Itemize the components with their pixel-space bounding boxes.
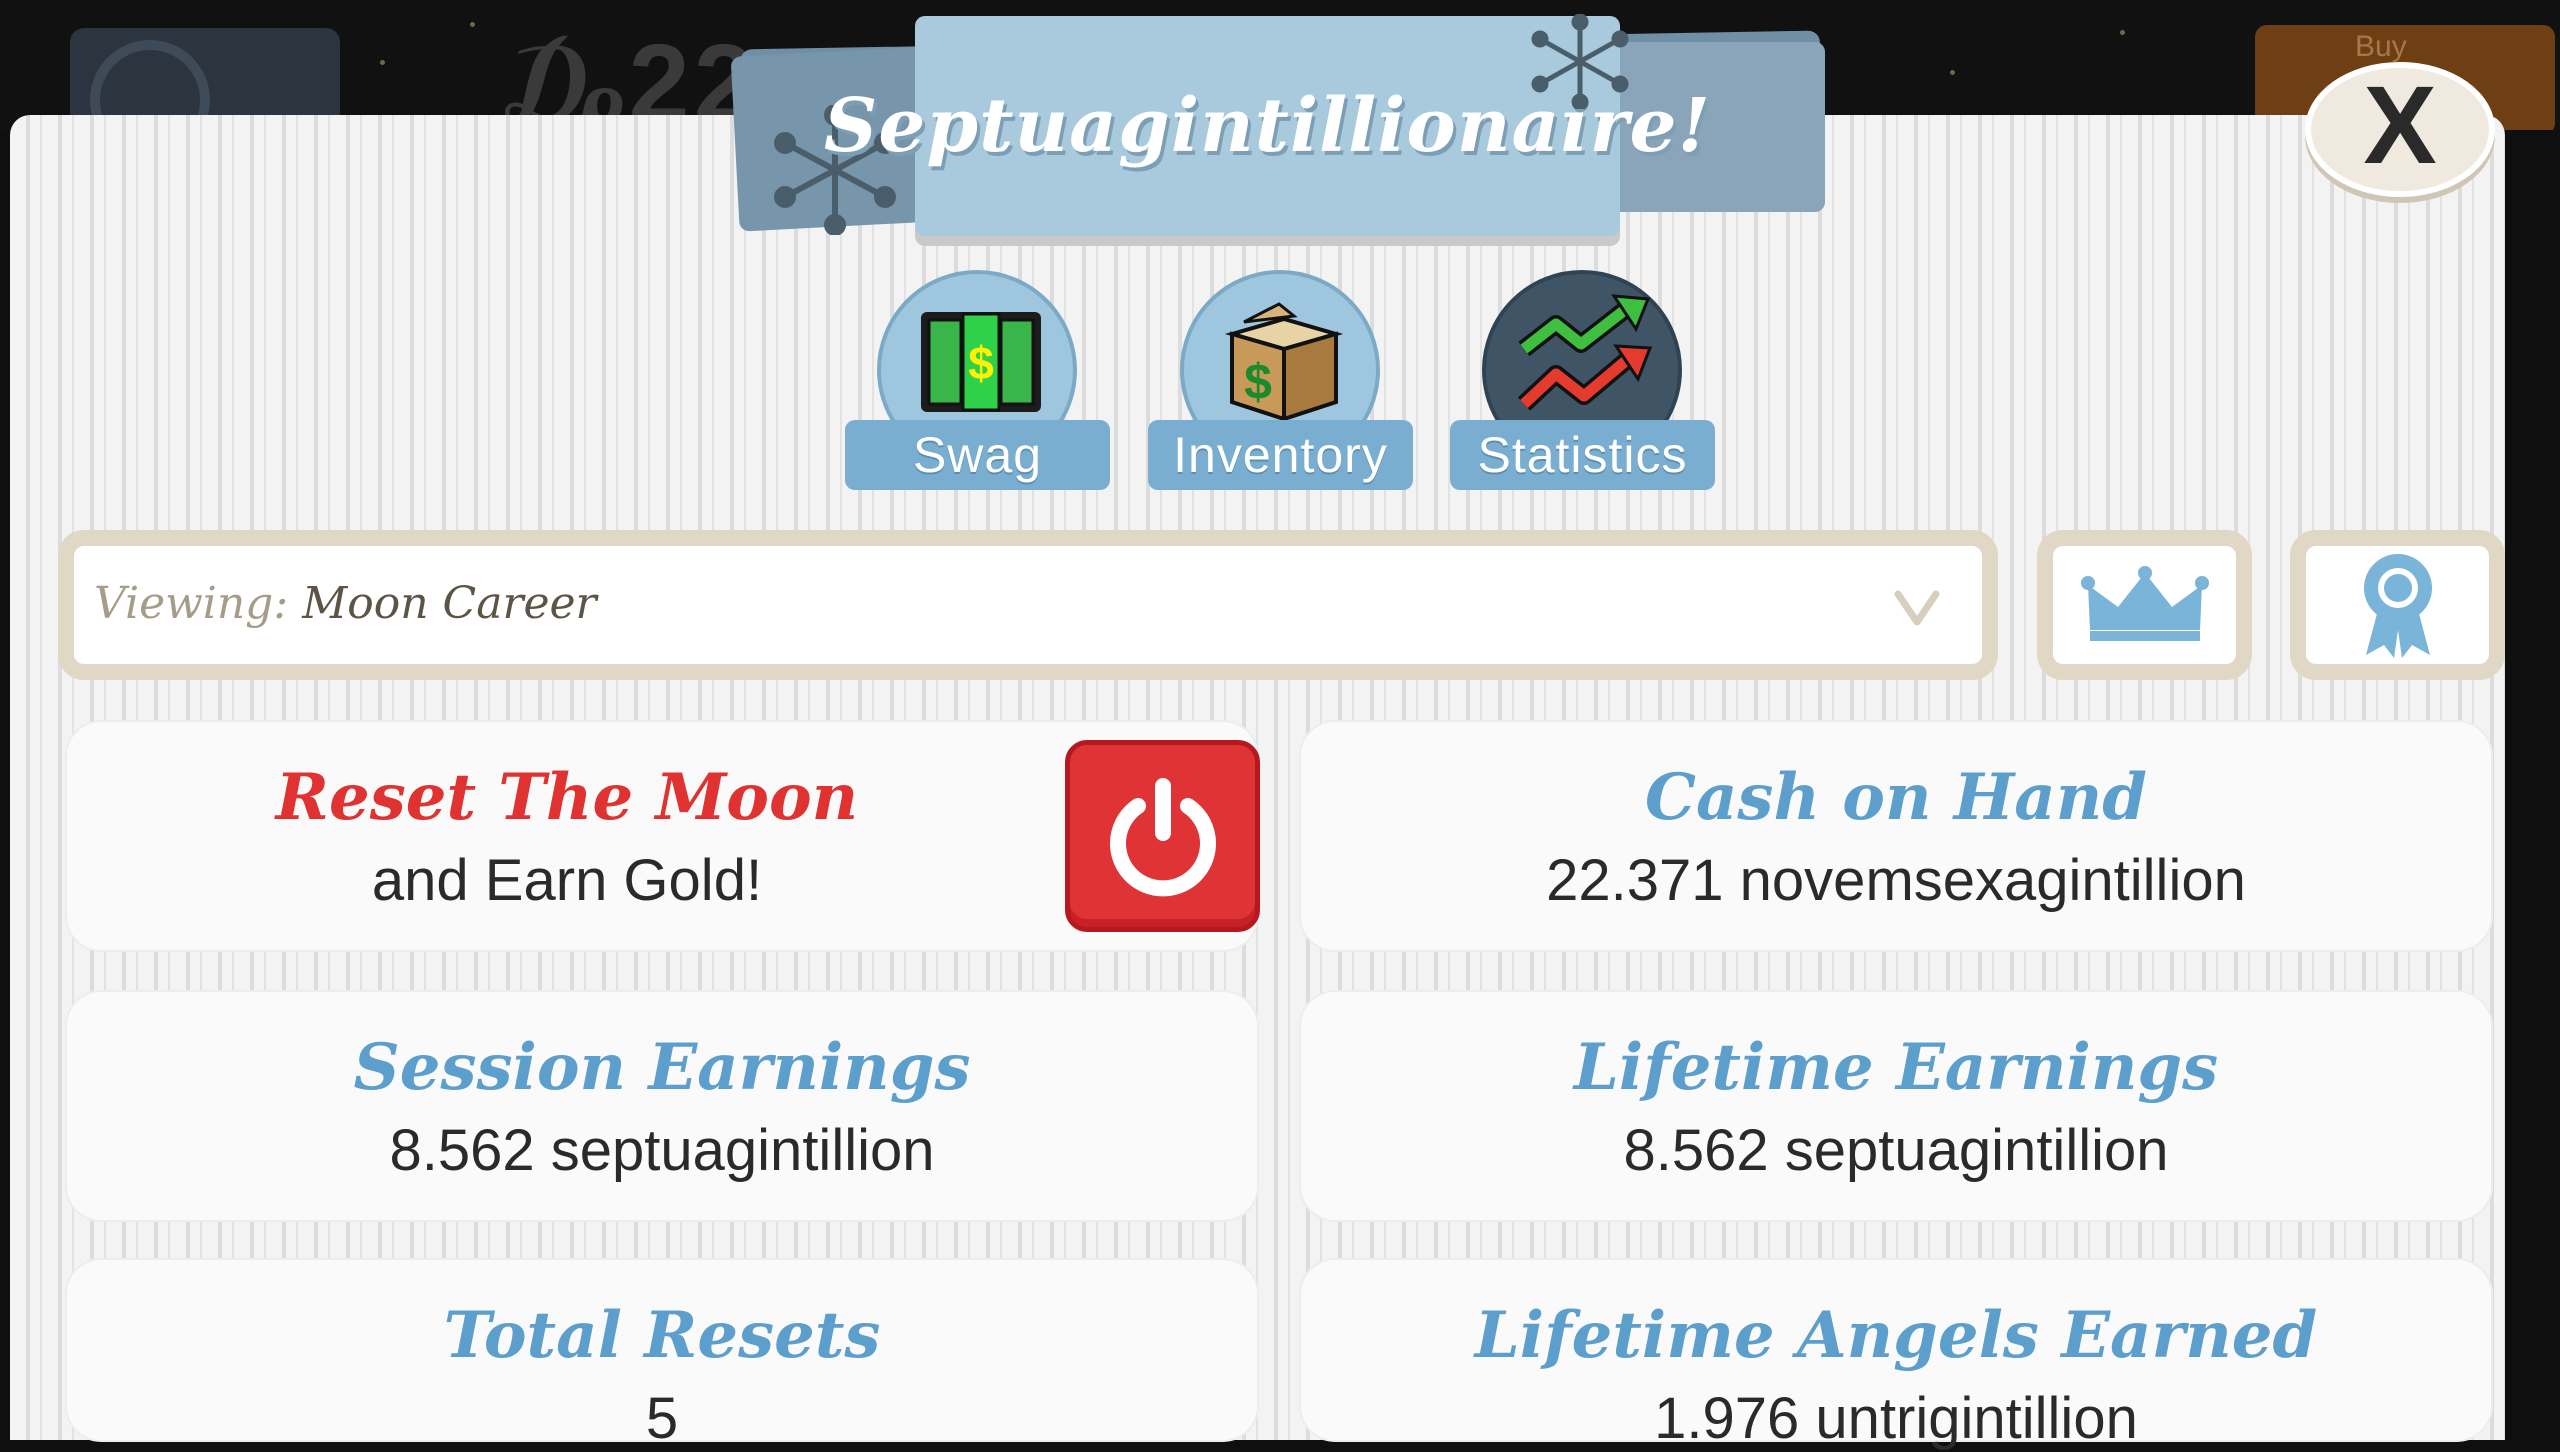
lifetime-earnings-value: 8.562 septuagintillion [1623, 1118, 2169, 1183]
cash-on-hand-card: Cash on Hand 22.371 novemsexagintillion [1301, 722, 2491, 950]
tab-inventory[interactable]: $ Inventory [1148, 270, 1413, 490]
session-earnings-title: Session Earnings [353, 1030, 971, 1105]
svg-text:$: $ [968, 337, 994, 389]
svg-text:$: $ [1244, 354, 1272, 410]
tab-swag[interactable]: $ Swag [845, 270, 1110, 490]
viewing-value: Moon Career [302, 578, 597, 629]
snowflake-icon [1531, 14, 1629, 109]
chevron-down-icon [1894, 590, 1940, 626]
cash-on-hand-title: Cash on Hand [1645, 760, 2147, 835]
achievements-button[interactable] [2290, 530, 2505, 680]
reset-title: Reset The Moon [275, 760, 859, 835]
lifetime-angels-card: Lifetime Angels Earned 1.976 untrigintil… [1301, 1260, 2491, 1451]
ribbon-award-icon [2363, 554, 2432, 658]
background-cash: ₯22 [505, 22, 759, 130]
close-button[interactable]: X [2305, 62, 2495, 197]
reset-power-button[interactable] [1065, 740, 1260, 932]
lifetime-earnings-title: Lifetime Earnings [1573, 1030, 2219, 1105]
crown-icon [2080, 566, 2209, 641]
session-earnings-card: Session Earnings 8.562 septuagintillion [67, 992, 1257, 1220]
total-resets-value: 5 [645, 1386, 679, 1451]
tab-swag-label: Swag [845, 420, 1110, 490]
viewing-text: Viewing: Moon Career [94, 578, 597, 629]
title-banner: Septuagintillionaire! [824, 16, 1710, 236]
lifetime-earnings-card: Lifetime Earnings 8.562 septuagintillion [1301, 992, 2491, 1220]
tab-inventory-label: Inventory [1148, 420, 1413, 490]
lifetime-angels-title: Lifetime Angels Earned [1474, 1298, 2318, 1373]
power-icon [1109, 778, 1216, 897]
total-resets-title: Total Resets [443, 1298, 881, 1373]
star-dot [2120, 30, 2125, 35]
star-dot [470, 22, 475, 27]
tab-statistics[interactable]: Statistics [1450, 270, 1715, 490]
background-buy-label: Buy [2355, 30, 2407, 63]
viewing-prefix: Viewing: [94, 578, 289, 629]
leaderboard-button[interactable] [2037, 530, 2252, 680]
star-dot [1950, 70, 1955, 75]
tab-statistics-label: Statistics [1450, 420, 1715, 490]
reset-subtitle: and Earn Gold! [371, 848, 763, 913]
star-dot [380, 60, 385, 65]
session-earnings-value: 8.562 septuagintillion [389, 1118, 935, 1183]
cash-on-hand-value: 22.371 novemsexagintillion [1546, 848, 2246, 913]
lifetime-angels-value: 1.976 untrigintillion [1654, 1386, 2138, 1451]
total-resets-card: Total Resets 5 [67, 1260, 1257, 1451]
close-icon: X [2363, 64, 2437, 187]
viewing-dropdown[interactable]: Viewing: Moon Career [58, 530, 1998, 680]
